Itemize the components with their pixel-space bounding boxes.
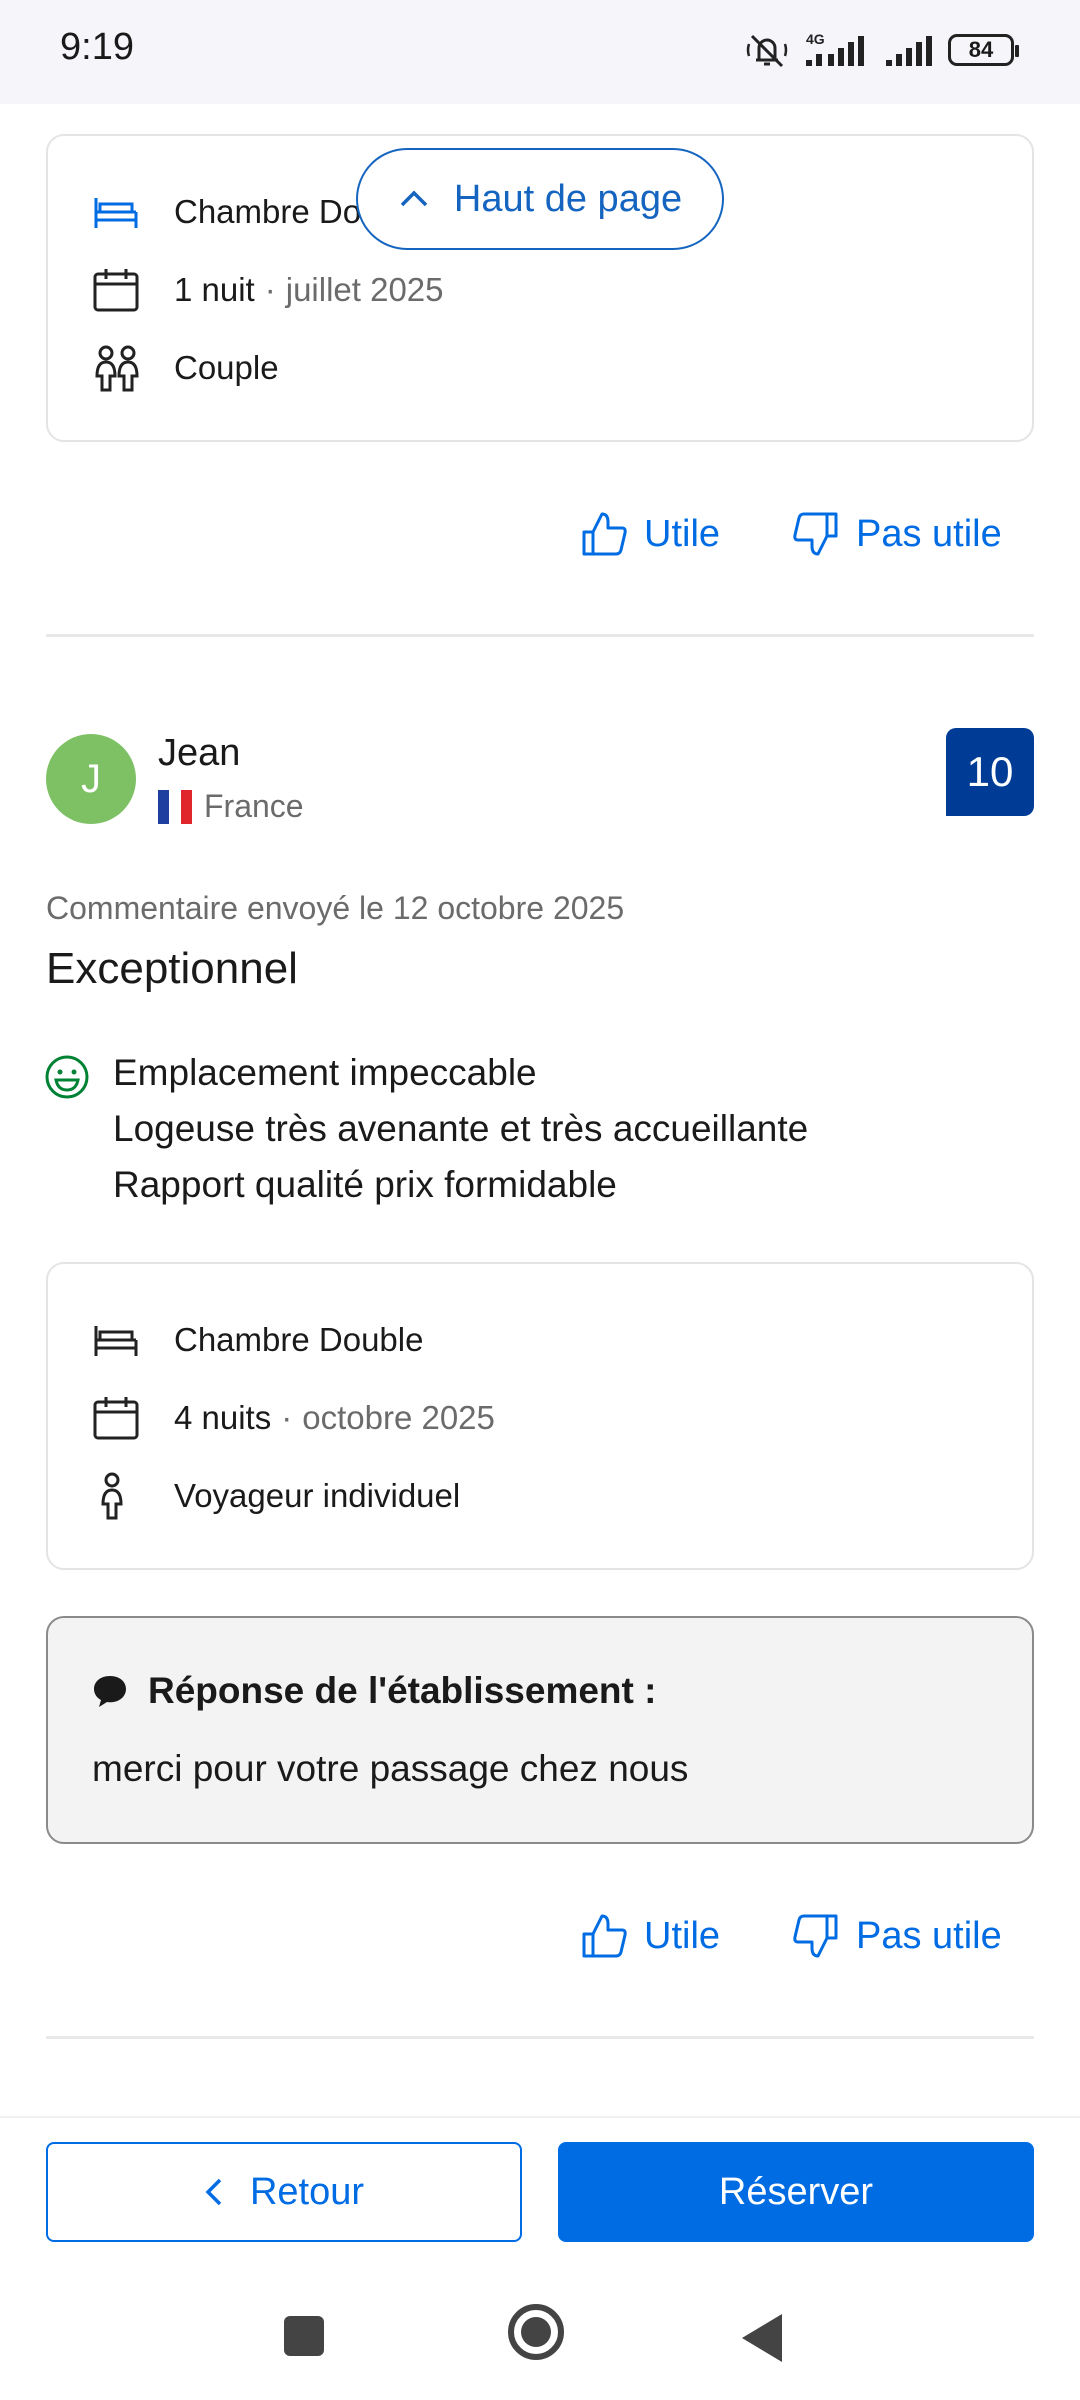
calendar-icon	[92, 266, 146, 314]
bed-icon	[92, 1316, 146, 1364]
calendar-icon	[92, 1394, 146, 1442]
property-response: Réponse de l'établissement : merci pour …	[46, 1616, 1034, 1844]
system-navigation-bar	[0, 2286, 1080, 2382]
smiley-icon	[44, 1054, 90, 1105]
bottom-action-bar: Retour Réserver	[0, 2116, 1080, 2400]
home-icon[interactable]	[508, 2304, 564, 2360]
book-button[interactable]: Réserver	[558, 2142, 1034, 2242]
review-title: Exceptionnel	[46, 944, 298, 993]
useful-button[interactable]: Utile	[580, 1912, 720, 1960]
stay-row: 1 nuit · juillet 2025	[92, 264, 444, 316]
stay-nights: 4 nuits	[174, 1399, 272, 1436]
response-title: Réponse de l'établissement :	[148, 1670, 657, 1711]
france-flag-icon	[158, 789, 192, 824]
scroll-to-top-button[interactable]: Haut de page	[356, 148, 724, 250]
review-date: Commentaire envoyé le 12 octobre 2025	[46, 890, 625, 926]
chevron-left-icon	[205, 2178, 222, 2206]
reviewer-name: Jean	[158, 732, 241, 774]
not-useful-button[interactable]: Pas utile	[792, 510, 1002, 558]
review-positive-line: Logeuse très avenante et très accueillan…	[113, 1108, 809, 1149]
response-header: Réponse de l'établissement :	[92, 1670, 656, 1712]
chat-bubble-icon	[94, 1676, 126, 1707]
room-row: Chambre Do	[92, 186, 361, 238]
review-divider	[46, 2036, 1034, 2039]
chevron-up-icon	[400, 190, 428, 207]
status-icons: 4G 84	[744, 28, 1019, 72]
stay-row: 4 nuits · octobre 2025	[92, 1392, 495, 1444]
traveler-type: Couple	[174, 349, 279, 386]
status-time: 9:19	[60, 26, 134, 68]
reviewer-country: France	[158, 788, 304, 825]
thumbs-up-icon	[582, 1914, 627, 1958]
thumbs-down-icon	[793, 1914, 838, 1958]
room-name[interactable]: Chambre Do	[174, 193, 361, 231]
person-icon	[92, 1472, 146, 1520]
not-useful-label: Pas utile	[856, 1914, 1002, 1957]
response-text: merci pour votre passage chez nous	[92, 1748, 689, 1789]
avatar: J	[46, 734, 136, 824]
back-button[interactable]: Retour	[46, 2142, 522, 2242]
recents-icon[interactable]	[284, 2316, 324, 2356]
stay-details-card: Chambre Double 4 nuits · octobre 2025 Vo…	[46, 1262, 1034, 1570]
book-label: Réserver	[718, 2170, 874, 2213]
room-name: Chambre Double	[174, 1321, 424, 1358]
network-type: 4G	[806, 31, 825, 47]
thumbs-down-icon	[793, 512, 838, 556]
room-row: Chambre Double	[92, 1314, 423, 1366]
signal-4g-icon: 4G	[806, 31, 864, 66]
review-divider	[46, 634, 1034, 637]
stay-nights: 1 nuit	[174, 271, 255, 308]
not-useful-button[interactable]: Pas utile	[792, 1912, 1002, 1960]
status-bar: 9:19 4G 84	[0, 0, 1080, 104]
thumbs-up-icon	[582, 512, 627, 556]
useful-button[interactable]: Utile	[580, 510, 720, 558]
useful-label: Utile	[644, 1914, 721, 1957]
traveler-type: Voyageur individuel	[174, 1477, 461, 1514]
stay-separator: ·	[264, 271, 276, 308]
review-positive-line: Rapport qualité prix formidable	[113, 1164, 617, 1205]
review-positive-line: Emplacement impeccable	[113, 1052, 537, 1093]
back-label: Retour	[249, 2170, 365, 2213]
mute-icon	[746, 34, 788, 68]
couple-icon	[92, 344, 146, 392]
traveler-row: Voyageur individuel	[92, 1470, 460, 1522]
stay-separator: ·	[281, 1399, 293, 1436]
stay-date: juillet 2025	[285, 271, 444, 308]
score-badge: 10	[946, 728, 1034, 816]
scroll-to-top-label: Haut de page	[453, 177, 683, 220]
back-nav-icon[interactable]	[742, 2314, 782, 2362]
signal-icon	[886, 36, 932, 66]
country-name: France	[204, 788, 304, 824]
stay-date: octobre 2025	[302, 1399, 495, 1436]
battery-icon: 84	[948, 34, 1019, 66]
useful-label: Utile	[644, 512, 721, 555]
not-useful-label: Pas utile	[856, 512, 1002, 555]
bed-icon	[92, 188, 146, 236]
traveler-row: Couple	[92, 342, 279, 394]
